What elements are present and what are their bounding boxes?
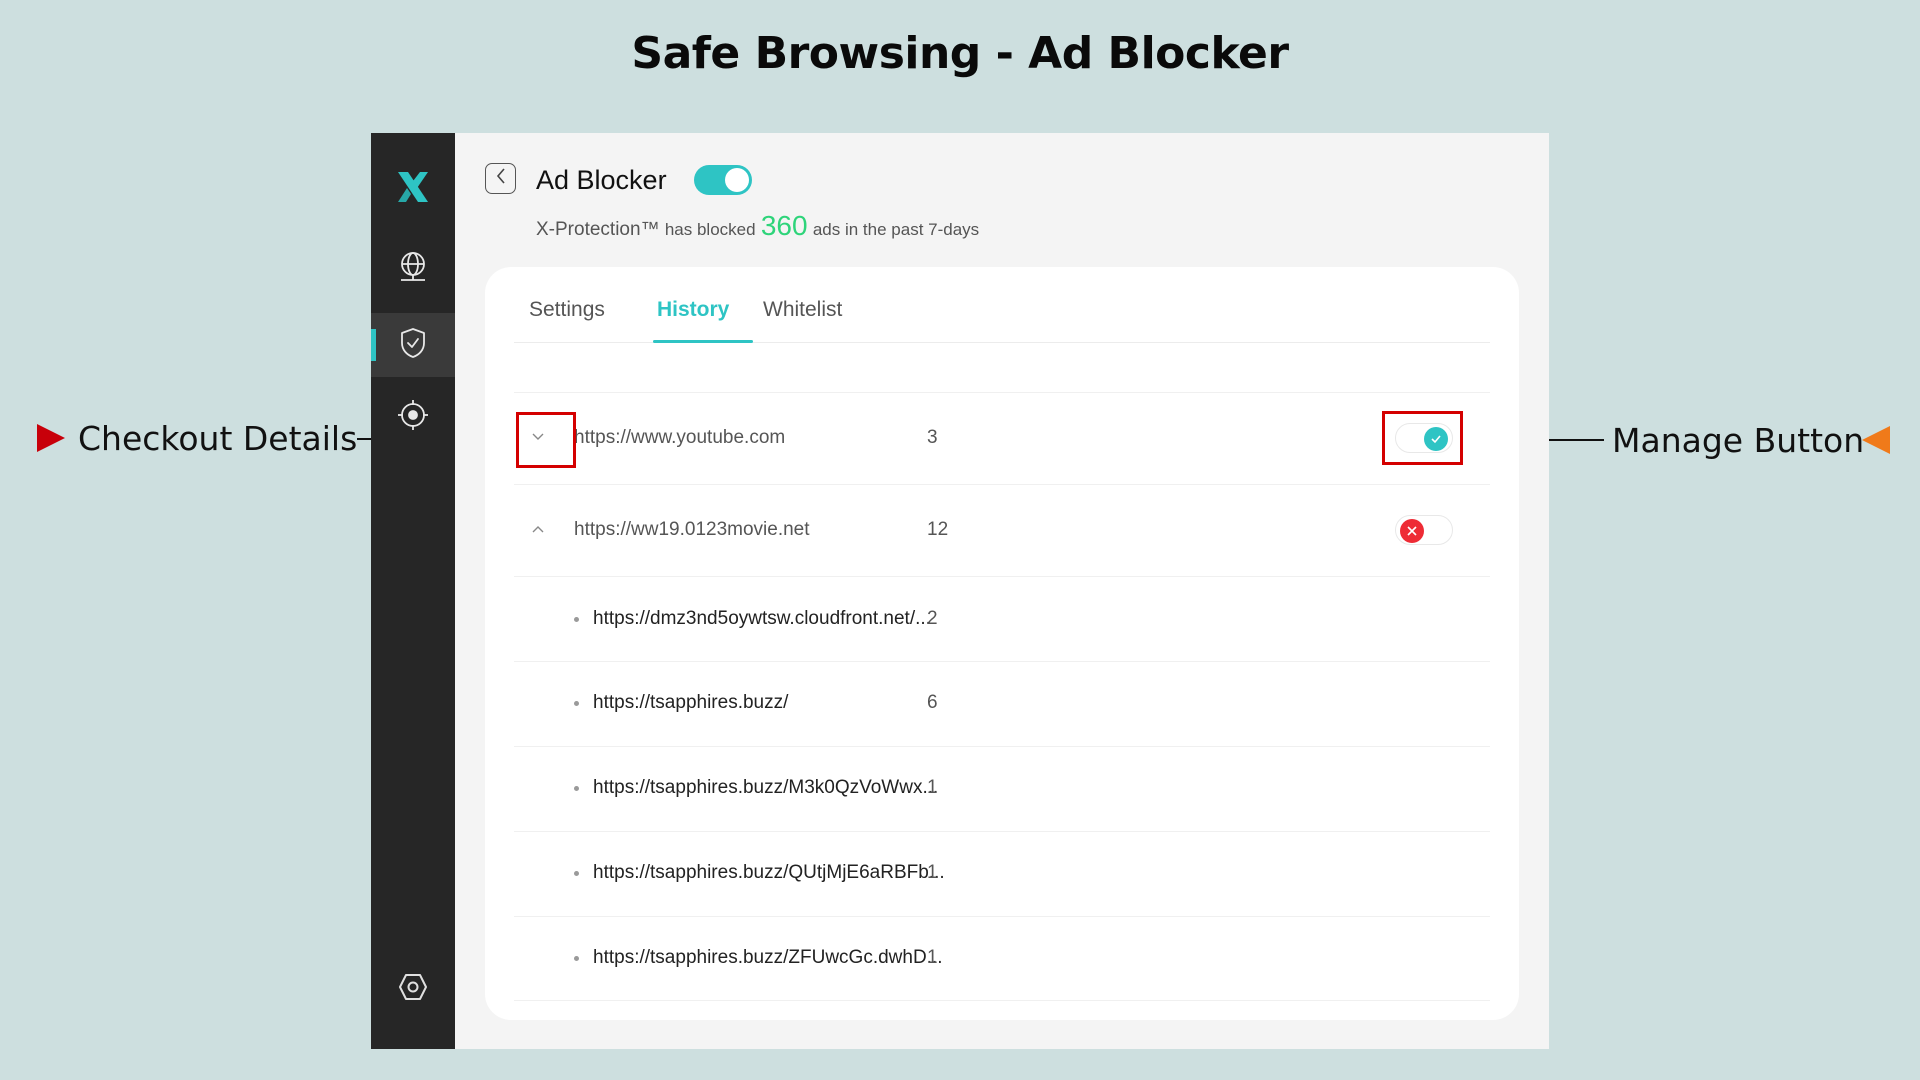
tab-settings[interactable]: Settings <box>529 293 605 327</box>
toggle-knob <box>725 168 749 192</box>
bullet-icon <box>574 956 579 961</box>
site-url: https://www.youtube.com <box>574 427 786 448</box>
row-divider <box>514 831 1490 832</box>
crosshair-icon <box>397 399 429 436</box>
ad-url: https://tsapphires.buzz/ZFUwcGc.dwhD... <box>593 947 943 968</box>
active-tab-underline <box>653 340 753 343</box>
ad-url: https://dmz3nd5oywtsw.cloudfront.net/... <box>593 608 931 629</box>
ad-url: https://tsapphires.buzz/ <box>593 692 789 713</box>
sidebar-item-globe[interactable] <box>371 249 455 289</box>
x-icon <box>1400 519 1424 543</box>
annotation-right-marker <box>1862 426 1890 454</box>
blocked-count: 12 <box>927 519 949 540</box>
bullet-icon <box>574 786 579 791</box>
sidebar-item-shield[interactable] <box>371 313 455 377</box>
history-subrow: https://tsapphires.buzz/ 6 <box>514 683 1490 723</box>
product-name: X-Protection™ <box>536 219 660 240</box>
blocked-count: 3 <box>927 427 938 448</box>
history-subrow: https://tsapphires.buzz/QUtjMjE6aRBFb...… <box>514 853 1490 893</box>
feature-title: Ad Blocker <box>536 165 667 195</box>
summary-suffix-text: ads in the past 7-days <box>812 220 980 239</box>
collapse-button[interactable] <box>524 516 552 544</box>
history-card: Settings History Whitelist https://www.y… <box>485 267 1519 1020</box>
sidebar <box>371 133 455 1049</box>
shield-check-icon <box>399 327 427 364</box>
blocked-count: 1 <box>927 777 938 798</box>
ad-blocker-toggle[interactable] <box>694 165 752 195</box>
history-subrow: https://dmz3nd5oywtsw.cloudfront.net/...… <box>514 599 1490 639</box>
row-divider <box>514 392 1490 393</box>
row-divider <box>514 484 1490 485</box>
back-button[interactable] <box>485 163 516 194</box>
annotation-manage-button: Manage Button <box>1612 421 1865 460</box>
page-title: Safe Browsing - Ad Blocker <box>631 28 1289 79</box>
app-window: Ad Blocker X-Protection™ has blocked 360… <box>371 133 1549 1049</box>
history-subrow: https://tsapphires.buzz/ZFUwcGc.dwhD... … <box>514 938 1490 978</box>
blocked-count: 2 <box>927 608 938 629</box>
history-row-0123movie: https://ww19.0123movie.net 12 <box>514 510 1490 550</box>
row-divider <box>514 1000 1490 1001</box>
annotation-checkout-details: Checkout Details <box>78 419 358 458</box>
row-divider <box>514 661 1490 662</box>
sidebar-item-settings[interactable] <box>371 969 455 1009</box>
history-subrow: https://tsapphires.buzz/M3k0QzVoWwx... 1 <box>514 768 1490 808</box>
blocked-summary: X-Protection™ has blocked 360 ads in the… <box>536 209 979 247</box>
row-divider <box>514 576 1490 577</box>
bullet-icon <box>574 871 579 876</box>
history-row-youtube: https://www.youtube.com 3 <box>514 418 1490 458</box>
blocked-count: 1 <box>927 947 938 968</box>
manage-toggle[interactable] <box>1395 515 1453 545</box>
tab-history[interactable]: History <box>657 293 729 327</box>
summary-mid-text: has blocked <box>664 220 756 239</box>
highlight-manage-toggle <box>1382 411 1463 465</box>
active-indicator <box>371 329 376 361</box>
chevron-up-icon <box>531 521 545 539</box>
blocked-count: 360 <box>760 210 808 241</box>
row-divider <box>514 916 1490 917</box>
chevron-left-icon <box>495 167 507 190</box>
sidebar-item-target[interactable] <box>371 397 455 437</box>
ad-url: https://tsapphires.buzz/QUtjMjE6aRBFb... <box>593 862 945 883</box>
tab-whitelist[interactable]: Whitelist <box>763 293 842 327</box>
settings-hexagon-icon <box>398 973 428 1006</box>
annotation-left-marker <box>37 424 65 452</box>
x-logo-icon[interactable] <box>371 167 455 207</box>
highlight-expand-button <box>516 412 576 468</box>
blocked-count: 1 <box>927 862 938 883</box>
site-url: https://ww19.0123movie.net <box>574 519 810 540</box>
bullet-icon <box>574 617 579 622</box>
bullet-icon <box>574 701 579 706</box>
ad-url: https://tsapphires.buzz/M3k0QzVoWwx... <box>593 777 939 798</box>
row-divider <box>514 746 1490 747</box>
globe-icon <box>398 251 428 288</box>
blocked-count: 6 <box>927 692 938 713</box>
